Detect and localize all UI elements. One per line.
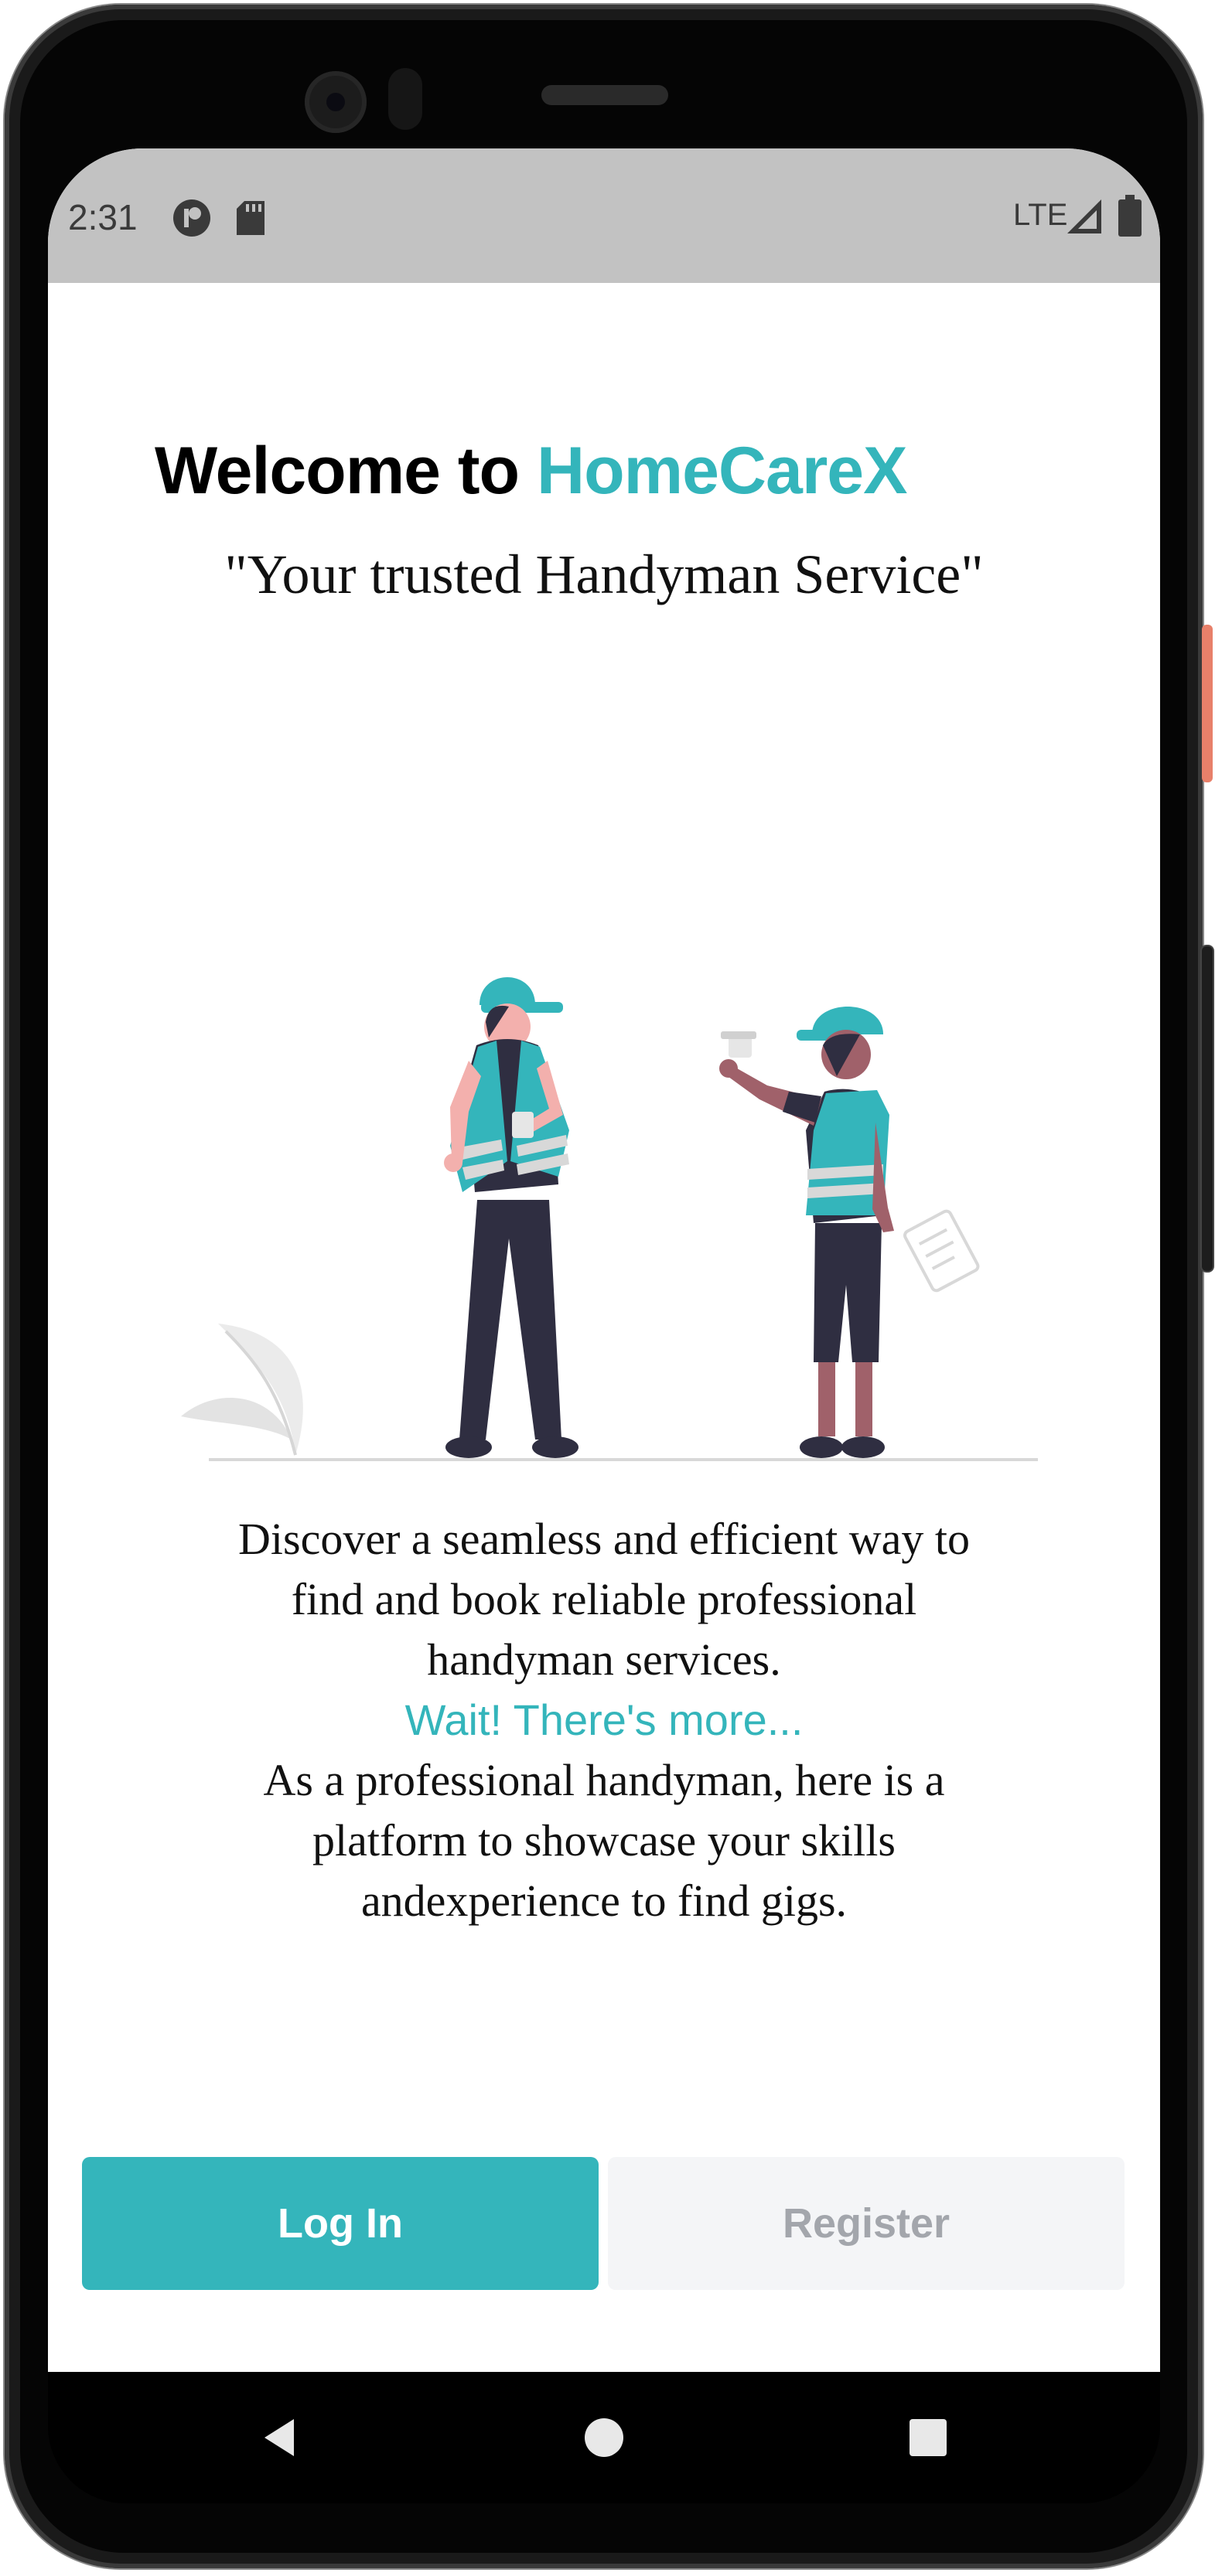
back-icon[interactable] bbox=[218, 2372, 342, 2503]
sd-card-icon bbox=[235, 199, 266, 240]
description-line: Discover a seamless and efficient way to bbox=[238, 1514, 970, 1564]
home-icon[interactable] bbox=[542, 2372, 666, 2503]
login-button[interactable]: Log In bbox=[82, 2157, 599, 2290]
page-title: Welcome to HomeCareX bbox=[155, 433, 907, 509]
navigation-bar bbox=[48, 2372, 1160, 2503]
earpiece-speaker bbox=[541, 85, 668, 105]
tagline: "Your trusted Handyman Service" bbox=[224, 543, 984, 605]
brand-name: HomeCareX bbox=[536, 434, 908, 508]
signal-icon bbox=[1066, 198, 1103, 239]
leaf-icon bbox=[181, 1324, 303, 1456]
description-line: andexperience to find gigs. bbox=[360, 1876, 848, 1926]
description-line: find and book reliable professional bbox=[291, 1574, 917, 1624]
volume-button bbox=[1202, 946, 1213, 1271]
status-time: 2:31 bbox=[68, 197, 138, 237]
proximity-sensor bbox=[388, 68, 422, 130]
register-button[interactable]: Register bbox=[608, 2157, 1125, 2290]
wait-more-link[interactable]: Wait! There's more... bbox=[110, 1690, 1098, 1750]
front-camera bbox=[305, 71, 367, 133]
worker-left-figure bbox=[444, 977, 578, 1458]
battery-icon bbox=[1118, 195, 1142, 240]
power-button bbox=[1202, 625, 1213, 782]
description-line: As a professional handyman, here is a bbox=[263, 1755, 945, 1805]
description-text: Discover a seamless and efficient way to… bbox=[110, 1509, 1098, 1931]
status-bar: 2:31 LTE bbox=[48, 148, 1160, 283]
notification-icon bbox=[172, 198, 212, 242]
worker-right-figure bbox=[719, 1007, 980, 1458]
recents-icon[interactable] bbox=[866, 2372, 990, 2503]
app-screen: 2:31 LTE Welcome to HomeCareX "Your trus… bbox=[48, 148, 1160, 2372]
network-type: LTE bbox=[1013, 198, 1068, 232]
description-line: handyman services. bbox=[427, 1634, 781, 1685]
description-line: platform to showcase your skills bbox=[312, 1815, 896, 1866]
welcome-text: Welcome to bbox=[155, 434, 537, 508]
workers-illustration bbox=[181, 977, 1038, 1461]
